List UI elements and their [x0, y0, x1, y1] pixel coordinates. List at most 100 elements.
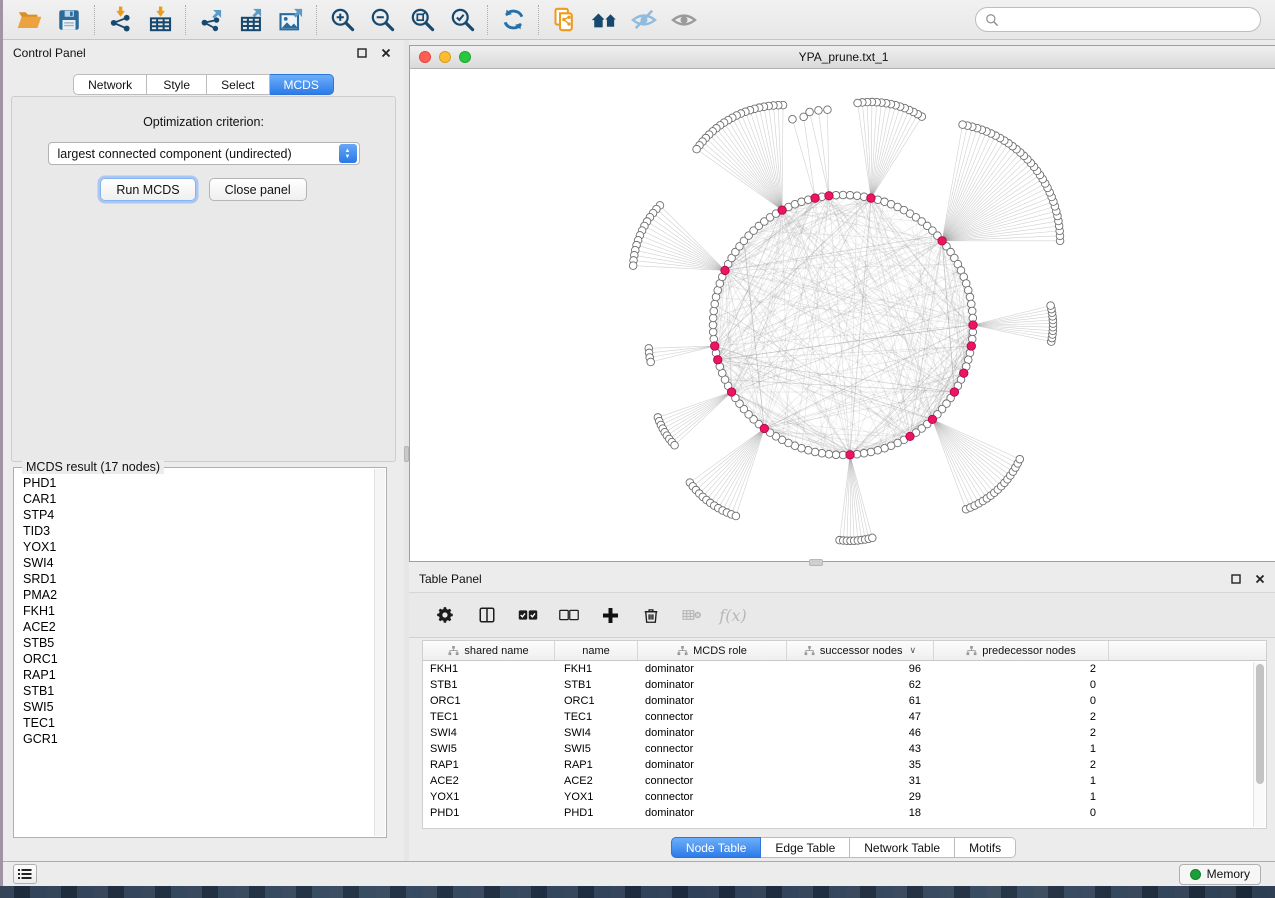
tab-node-table[interactable]: Node Table — [671, 837, 762, 858]
table-cell[interactable]: 2 — [934, 711, 1109, 723]
tab-select[interactable]: Select — [207, 74, 269, 95]
table-cell[interactable]: connector — [638, 775, 787, 787]
delete-row-icon[interactable] — [641, 605, 661, 625]
mcds-result-item[interactable]: CAR1 — [23, 491, 385, 507]
table-cell[interactable]: TEC1 — [555, 711, 638, 723]
table-cell[interactable]: PHD1 — [555, 807, 638, 819]
mcds-result-item[interactable]: PMA2 — [23, 587, 385, 603]
table-cell[interactable]: 2 — [934, 759, 1109, 771]
tab-mcds[interactable]: MCDS — [270, 74, 334, 95]
import-network-icon[interactable] — [100, 3, 140, 37]
mcds-result-item[interactable]: PHD1 — [23, 475, 385, 491]
table-cell[interactable]: dominator — [638, 663, 787, 675]
table-cell[interactable]: SWI4 — [423, 727, 555, 739]
table-cell[interactable]: FKH1 — [423, 663, 555, 675]
table-cell[interactable]: dominator — [638, 679, 787, 691]
toggle-column-icon[interactable] — [477, 605, 497, 625]
table-row[interactable]: ORC1ORC1dominator610 — [423, 693, 1266, 709]
tab-motifs[interactable]: Motifs — [955, 837, 1016, 858]
table-row[interactable]: YOX1YOX1connector291 — [423, 789, 1266, 805]
table-cell[interactable]: 31 — [787, 775, 934, 787]
search-input[interactable] — [1005, 13, 1251, 27]
mcds-result-item[interactable]: STB5 — [23, 635, 385, 651]
tab-network-table[interactable]: Network Table — [850, 837, 955, 858]
table-cell[interactable]: YOX1 — [555, 791, 638, 803]
mcds-result-item[interactable]: SRD1 — [23, 571, 385, 587]
table-cell[interactable]: 29 — [787, 791, 934, 803]
hide-selected-icon[interactable] — [624, 3, 664, 37]
result-scrollbar[interactable] — [374, 469, 385, 836]
duplicate-network-icon[interactable] — [544, 3, 584, 37]
search-field[interactable] — [975, 7, 1261, 32]
table-cell[interactable]: 47 — [787, 711, 934, 723]
table-cell[interactable]: 43 — [787, 743, 934, 755]
table-cell[interactable]: 96 — [787, 663, 934, 675]
table-cell[interactable]: ORC1 — [555, 695, 638, 707]
column-header-predecessor-nodes[interactable]: predecessor nodes — [934, 641, 1109, 660]
float-panel-icon[interactable] — [354, 45, 370, 61]
float-panel-icon[interactable] — [1228, 571, 1244, 587]
scrollbar-thumb[interactable] — [1256, 664, 1264, 784]
column-header-mcds-role[interactable]: MCDS role — [638, 641, 787, 660]
table-cell[interactable]: FKH1 — [555, 663, 638, 675]
add-row-icon[interactable] — [600, 605, 620, 625]
tab-style[interactable]: Style — [147, 74, 207, 95]
memory-button[interactable]: Memory — [1179, 864, 1261, 885]
table-cell[interactable]: PHD1 — [423, 807, 555, 819]
mcds-result-item[interactable]: YOX1 — [23, 539, 385, 555]
mcds-result-item[interactable]: FKH1 — [23, 603, 385, 619]
table-cell[interactable]: ACE2 — [423, 775, 555, 787]
export-image-icon[interactable] — [271, 3, 311, 37]
table-cell[interactable]: 35 — [787, 759, 934, 771]
table-cell[interactable]: 1 — [934, 775, 1109, 787]
zoom-out-icon[interactable] — [362, 3, 402, 37]
table-cell[interactable]: dominator — [638, 807, 787, 819]
table-row[interactable]: SWI4SWI4dominator462 — [423, 725, 1266, 741]
refresh-icon[interactable] — [493, 3, 533, 37]
close-panel-icon[interactable] — [378, 45, 394, 61]
table-cell[interactable]: 1 — [934, 791, 1109, 803]
deselect-all-icon[interactable] — [559, 605, 579, 625]
table-cell[interactable]: YOX1 — [423, 791, 555, 803]
mcds-result-item[interactable]: STB1 — [23, 683, 385, 699]
table-cell[interactable]: RAP1 — [423, 759, 555, 771]
table-cell[interactable]: SWI5 — [555, 743, 638, 755]
mcds-result-item[interactable]: SWI4 — [23, 555, 385, 571]
column-header-shared-name[interactable]: shared name — [423, 641, 555, 660]
first-neighbors-icon[interactable] — [584, 3, 624, 37]
table-scrollbar[interactable] — [1253, 662, 1265, 827]
export-network-icon[interactable] — [191, 3, 231, 37]
table-row[interactable]: STB1STB1dominator620 — [423, 677, 1266, 693]
mcds-result-item[interactable]: SWI5 — [23, 699, 385, 715]
run-mcds-button[interactable]: Run MCDS — [100, 178, 195, 201]
criterion-dropdown[interactable]: largest connected component (undirected)… — [48, 142, 360, 165]
table-row[interactable]: PHD1PHD1dominator180 — [423, 805, 1266, 821]
task-history-button[interactable] — [13, 864, 37, 884]
tab-edge-table[interactable]: Edge Table — [761, 837, 850, 858]
table-cell[interactable]: SWI4 — [555, 727, 638, 739]
zoom-in-icon[interactable] — [322, 3, 362, 37]
zoom-selected-icon[interactable] — [442, 3, 482, 37]
tab-network[interactable]: Network — [73, 74, 147, 95]
table-cell[interactable]: connector — [638, 743, 787, 755]
mcds-result-item[interactable]: ACE2 — [23, 619, 385, 635]
table-row[interactable]: SWI5SWI5connector431 — [423, 741, 1266, 757]
mcds-result-item[interactable]: RAP1 — [23, 667, 385, 683]
select-all-icon[interactable] — [518, 605, 538, 625]
table-cell[interactable]: dominator — [638, 695, 787, 707]
table-cell[interactable]: 61 — [787, 695, 934, 707]
settings-gear-icon[interactable] — [436, 605, 456, 625]
table-cell[interactable]: 1 — [934, 743, 1109, 755]
table-row[interactable]: ACE2ACE2connector311 — [423, 773, 1266, 789]
table-cell[interactable]: ACE2 — [555, 775, 638, 787]
table-cell[interactable]: STB1 — [555, 679, 638, 691]
table-cell[interactable]: 0 — [934, 679, 1109, 691]
table-cell[interactable]: TEC1 — [423, 711, 555, 723]
save-icon[interactable] — [49, 3, 89, 37]
table-cell[interactable]: RAP1 — [555, 759, 638, 771]
table-cell[interactable]: connector — [638, 711, 787, 723]
export-table-icon[interactable] — [231, 3, 271, 37]
column-header-successor-nodes[interactable]: successor nodes ∨ — [787, 641, 934, 660]
column-header-name[interactable]: name — [555, 641, 638, 660]
mcds-result-item[interactable]: GCR1 — [23, 731, 385, 747]
